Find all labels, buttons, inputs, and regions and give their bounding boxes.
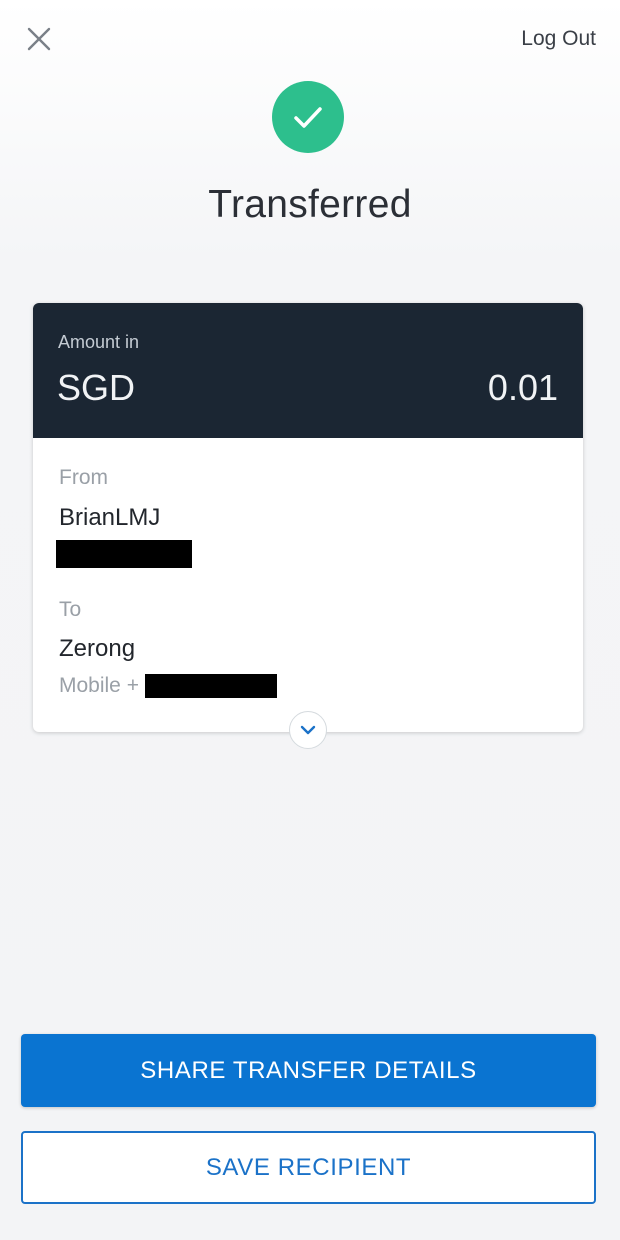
transfer-summary-card: Amount in SGD 0.01 From BrianLMJ To Zero… xyxy=(33,303,583,732)
check-icon xyxy=(294,107,322,128)
success-badge xyxy=(272,81,344,153)
close-icon xyxy=(27,27,51,51)
mobile-prefix: Mobile + xyxy=(59,674,139,697)
redacted-mobile xyxy=(145,674,277,698)
to-label: To xyxy=(59,598,82,621)
amount-label: Amount in xyxy=(58,332,140,352)
share-transfer-details-button[interactable]: SHARE TRANSFER DETAILS xyxy=(21,1034,596,1107)
redacted-account xyxy=(56,540,192,568)
transfer-details: From BrianLMJ To Zerong Mobile + xyxy=(33,438,583,732)
transfer-amount: 0.01 xyxy=(487,367,558,408)
from-label: From xyxy=(59,466,108,489)
logout-button[interactable]: Log Out xyxy=(521,27,596,51)
expand-details-button[interactable] xyxy=(289,711,327,749)
to-name: Zerong xyxy=(59,635,136,662)
close-button[interactable] xyxy=(24,24,54,54)
recipient-mobile: Mobile + xyxy=(59,674,139,698)
chevron-down-icon xyxy=(300,725,316,735)
from-name: BrianLMJ xyxy=(59,504,161,531)
amount-header: Amount in SGD 0.01 xyxy=(33,303,583,438)
save-recipient-button[interactable]: SAVE RECIPIENT xyxy=(21,1131,596,1204)
currency-code: SGD xyxy=(57,367,136,408)
status-title: Transferred xyxy=(208,183,412,226)
